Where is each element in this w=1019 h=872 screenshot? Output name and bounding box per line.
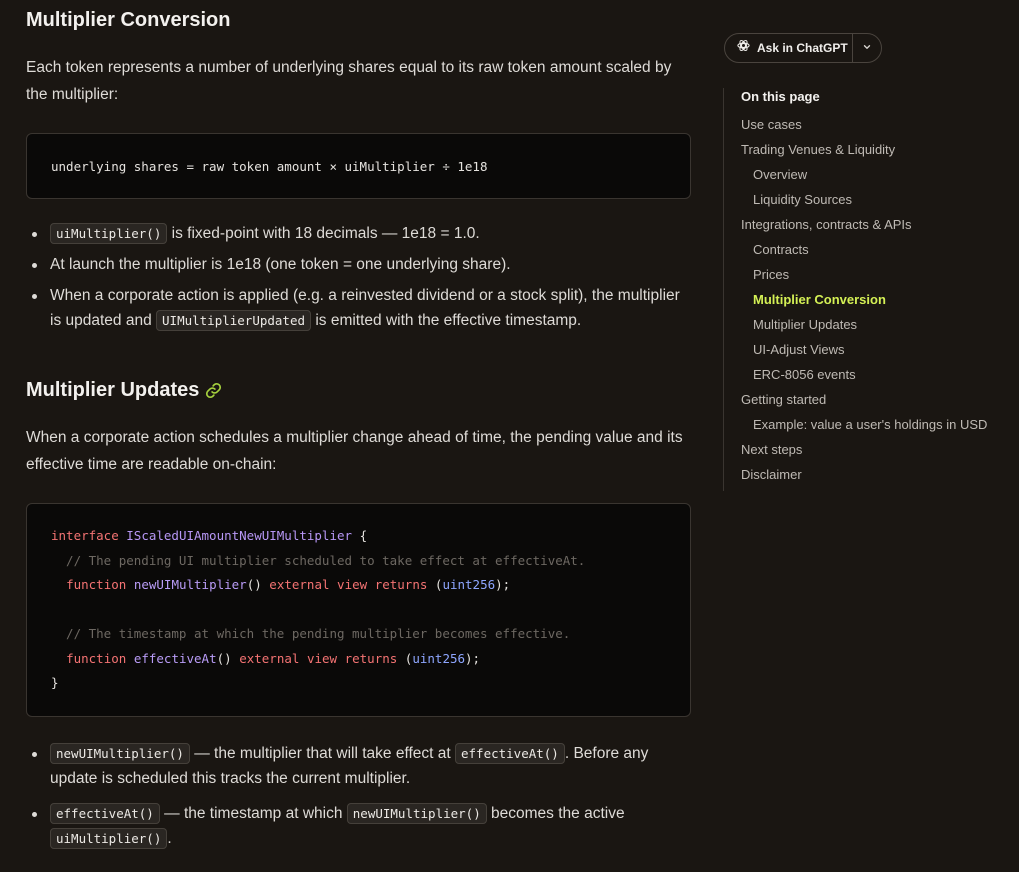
bullet-list: newUIMultiplier() — the multiplier that … bbox=[26, 741, 691, 861]
inline-code: uiMultiplier() bbox=[50, 223, 168, 244]
list-item-text: becomes the active bbox=[486, 805, 625, 822]
inline-code: newUIMultiplier() bbox=[50, 743, 190, 764]
heading-text: Multiplier Updates bbox=[26, 379, 200, 401]
code-token: returns bbox=[344, 650, 398, 666]
code-token: () bbox=[246, 577, 262, 592]
list-item: At launch the multiplier is 1e18 (one to… bbox=[26, 252, 691, 277]
code-block-interface[interactable]: interface IScaledUIAmountNewUIMultiplier… bbox=[26, 503, 691, 717]
toc-item-multiplier-updates[interactable]: Multiplier Updates bbox=[753, 317, 857, 332]
toc-item-ui-adjust-views[interactable]: UI-Adjust Views bbox=[753, 342, 845, 357]
ask-dropdown-toggle[interactable] bbox=[853, 34, 881, 62]
code-token: } bbox=[51, 675, 59, 690]
ask-in-chatgpt-split-button: Ask in ChatGPT bbox=[724, 33, 882, 63]
ask-in-chatgpt-button[interactable]: Ask in ChatGPT bbox=[725, 34, 853, 62]
list-item-text: is emitted with the effective timestamp. bbox=[311, 312, 582, 329]
list-item-text: is fixed-point with 18 decimals — 1e18 =… bbox=[167, 225, 480, 242]
list-item-text: — the timestamp at which bbox=[159, 805, 347, 822]
inline-code: newUIMultiplier() bbox=[346, 803, 487, 824]
toc-item-next-steps[interactable]: Next steps bbox=[741, 442, 802, 457]
toc-item-erc-8056-events[interactable]: ERC-8056 events bbox=[753, 367, 856, 382]
inline-code: effectiveAt() bbox=[50, 803, 160, 824]
list-item-text: — the multiplier that will take effect a… bbox=[189, 745, 455, 762]
toc-title: On this page bbox=[741, 89, 820, 104]
code-token: external bbox=[239, 650, 300, 666]
code-token: view bbox=[337, 577, 368, 592]
list-item-text: At launch the multiplier is 1e18 (one to… bbox=[50, 256, 511, 273]
code-token: IScaledUIAmountNewUIMultiplier bbox=[126, 528, 353, 543]
toc-item-overview[interactable]: Overview bbox=[753, 167, 807, 182]
code-token: interface bbox=[51, 528, 119, 543]
code-token: returns bbox=[374, 577, 428, 592]
toc-item-use-cases[interactable]: Use cases bbox=[741, 117, 802, 132]
heading-text: Multiplier Conversion bbox=[26, 9, 231, 31]
toc-item-getting-started[interactable]: Getting started bbox=[741, 392, 826, 407]
ask-button-label: Ask in ChatGPT bbox=[757, 41, 848, 55]
section-intro: When a corporate action schedules a mult… bbox=[26, 429, 683, 473]
chatgpt-logo-icon bbox=[736, 38, 751, 58]
bullet-list: uiMultiplier() is fixed-point with 18 de… bbox=[26, 221, 691, 339]
table-of-contents: On this page Use cases Trading Venues & … bbox=[723, 88, 1014, 491]
toc-item-example-holdings[interactable]: Example: value a user's holdings in USD bbox=[753, 417, 987, 432]
section-heading-multiplier-conversion: Multiplier Conversion bbox=[26, 9, 230, 32]
anchor-link-icon[interactable] bbox=[205, 382, 222, 399]
code-token: { bbox=[352, 528, 368, 543]
code-token: newUIMultiplier bbox=[133, 577, 247, 592]
code-token: effectiveAt bbox=[133, 650, 217, 666]
toc-item-trading-venues[interactable]: Trading Venues & Liquidity bbox=[741, 142, 895, 157]
code-token: () bbox=[216, 650, 232, 666]
code-token: uint256 bbox=[412, 650, 466, 666]
code-token: function bbox=[66, 577, 127, 592]
toc-item-multiplier-conversion[interactable]: Multiplier Conversion bbox=[753, 292, 886, 307]
code-comment: // The timestamp at which the pending mu… bbox=[51, 626, 571, 641]
chevron-down-icon bbox=[862, 39, 872, 57]
list-item: newUIMultiplier() — the multiplier that … bbox=[26, 741, 691, 791]
list-item: When a corporate action is applied (e.g.… bbox=[26, 283, 691, 333]
code-block-formula[interactable]: underlying shares = raw token amount × u… bbox=[26, 133, 691, 199]
code-token: function bbox=[66, 650, 127, 666]
section-intro: Each token represents a number of underl… bbox=[26, 59, 672, 103]
toc-item-disclaimer[interactable]: Disclaimer bbox=[741, 467, 802, 482]
code-token: uint256 bbox=[442, 577, 496, 592]
inline-code: effectiveAt() bbox=[455, 743, 565, 764]
toc-item-integrations[interactable]: Integrations, contracts & APIs bbox=[741, 217, 912, 232]
toc-item-prices[interactable]: Prices bbox=[753, 267, 789, 282]
inline-code: uiMultiplier() bbox=[50, 828, 168, 849]
list-item: effectiveAt() — the timestamp at which n… bbox=[26, 801, 691, 851]
code-token: external bbox=[269, 577, 330, 592]
code-token: view bbox=[306, 650, 338, 666]
toc-item-contracts[interactable]: Contracts bbox=[753, 242, 809, 257]
toc-item-liquidity-sources[interactable]: Liquidity Sources bbox=[753, 192, 852, 207]
code-line: underlying shares = raw token amount × u… bbox=[51, 159, 488, 174]
code-lines: interface IScaledUIAmountNewUIMultiplier… bbox=[51, 528, 586, 690]
section-heading-multiplier-updates: Multiplier Updates bbox=[26, 379, 222, 402]
list-item-text: . bbox=[167, 830, 172, 847]
list-item: uiMultiplier() is fixed-point with 18 de… bbox=[26, 221, 691, 246]
code-comment: // The pending UI multiplier scheduled t… bbox=[51, 552, 586, 568]
inline-code: UIMultiplierUpdated bbox=[156, 310, 312, 331]
